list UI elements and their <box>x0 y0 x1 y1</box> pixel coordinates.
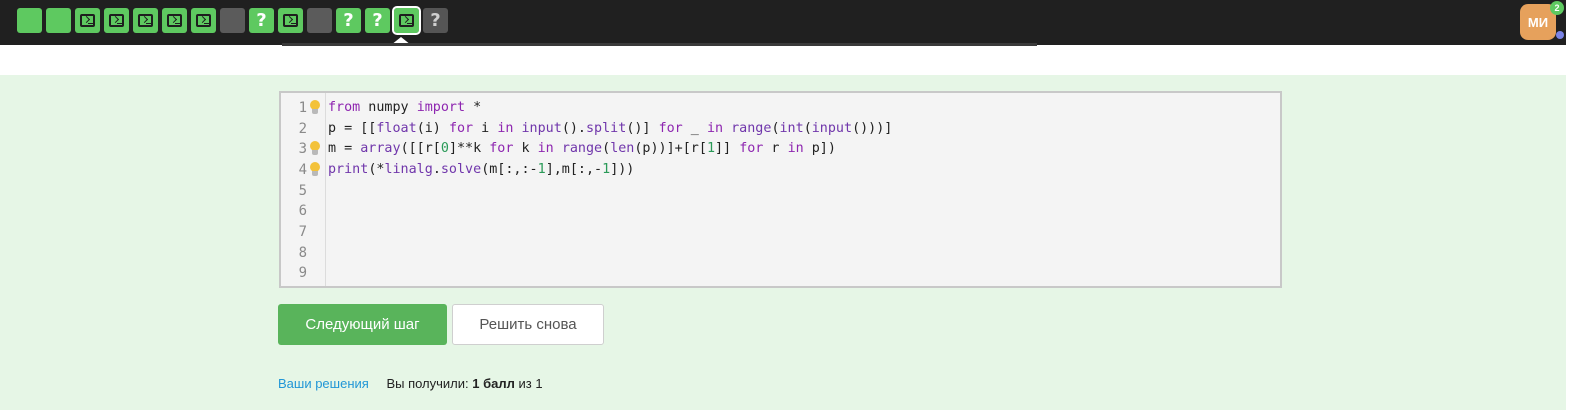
solve-again-button[interactable]: Решить снова <box>452 304 604 345</box>
online-status-dot <box>1556 31 1564 39</box>
step-3[interactable] <box>75 8 100 33</box>
steps-underline <box>282 43 1037 46</box>
lightbulb-icon[interactable] <box>308 100 322 116</box>
line-number: 9 <box>298 265 307 281</box>
step-11[interactable] <box>307 8 332 33</box>
line-number: 5 <box>298 183 307 199</box>
line-number: 3 <box>298 141 307 157</box>
score-suffix: из 1 <box>518 376 543 391</box>
step-14-current[interactable] <box>392 6 421 35</box>
submission-footer: Ваши решения Вы получили: 1 балл из 1 <box>278 376 543 391</box>
score-prefix: Вы получили: <box>386 376 469 391</box>
terminal-icon <box>196 14 211 27</box>
terminal-icon <box>167 14 182 27</box>
lightbulb-icon[interactable] <box>308 141 322 157</box>
lesson-steps: ? ? ? ? <box>17 6 448 35</box>
question-icon: ? <box>343 9 354 31</box>
question-icon: ? <box>430 9 441 31</box>
next-step-button[interactable]: Следующий шаг <box>278 304 447 345</box>
line-number: 7 <box>298 224 307 240</box>
step-13[interactable]: ? <box>365 8 390 33</box>
terminal-icon <box>80 14 95 27</box>
notification-count: 2 <box>1554 3 1560 13</box>
notification-badge[interactable]: 2 <box>1550 1 1564 15</box>
line-gutter: 1 2 3 4 5 6 7 8 9 <box>281 93 326 286</box>
terminal-icon <box>283 14 298 27</box>
code-line: from numpy import * <box>328 100 482 115</box>
step-6[interactable] <box>162 8 187 33</box>
step-15[interactable]: ? <box>423 8 448 33</box>
question-icon: ? <box>372 9 383 31</box>
terminal-icon <box>399 14 414 27</box>
line-number: 2 <box>298 121 307 137</box>
question-icon: ? <box>256 9 267 31</box>
code-line: p = [[float(i) for i in input().split()]… <box>328 121 893 136</box>
line-number: 8 <box>298 245 307 261</box>
line-number: 1 <box>298 100 307 116</box>
step-4[interactable] <box>104 8 129 33</box>
score-value: 1 балл <box>472 376 515 391</box>
top-navigation-bar: ? ? ? ? МИ 2 <box>0 0 1566 46</box>
your-solutions-link[interactable]: Ваши решения <box>278 376 369 391</box>
avatar-initials: МИ <box>1527 14 1549 30</box>
step-5[interactable] <box>133 8 158 33</box>
step-7[interactable] <box>191 8 216 33</box>
page-scrollbar[interactable] <box>1566 0 1595 419</box>
step-1[interactable] <box>17 8 42 33</box>
code-line: print(*linalg.solve(m[:,:-1],m[:,-1])) <box>328 162 635 177</box>
line-number: 6 <box>298 203 307 219</box>
code-line: m = array([[r[0]**k for k in range(len(p… <box>328 141 836 156</box>
step-12[interactable]: ? <box>336 8 361 33</box>
line-number: 4 <box>298 162 307 178</box>
lightbulb-icon[interactable] <box>308 162 322 178</box>
step-10[interactable] <box>278 8 303 33</box>
step-9[interactable]: ? <box>249 8 274 33</box>
code-editor[interactable]: 1 2 3 4 5 6 7 8 9 from numpy import * p … <box>279 91 1282 288</box>
step-2[interactable] <box>46 8 71 33</box>
step-8[interactable] <box>220 8 245 33</box>
terminal-icon <box>109 14 124 27</box>
terminal-icon <box>138 14 153 27</box>
